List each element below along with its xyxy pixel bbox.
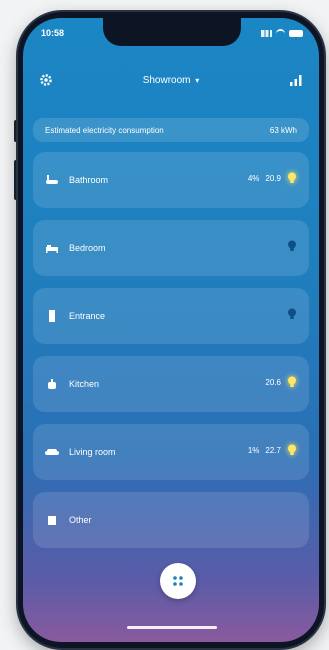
- room-card-entrance[interactable]: Entrance: [33, 288, 309, 344]
- signal-icon: [261, 29, 272, 37]
- light-bulb-on-icon[interactable]: [287, 172, 297, 184]
- room-status: [287, 240, 297, 252]
- room-name: Bathroom: [69, 175, 109, 185]
- room-card-bathroom[interactable]: Bathroom 4% 20.9: [33, 152, 309, 208]
- home-indicator[interactable]: [127, 626, 217, 629]
- wifi-icon: [276, 29, 285, 37]
- app-screen: 10:58 Showroom ▾ Estimated electricity c…: [23, 18, 319, 642]
- bar-chart-icon: [290, 75, 302, 86]
- app-header: Showroom ▾: [23, 70, 319, 94]
- room-temperature: 20.6: [265, 377, 281, 387]
- room-status: [287, 308, 297, 320]
- room-temperature: 22.7: [265, 445, 281, 455]
- room-status: 20.6: [265, 376, 297, 388]
- devices-menu-button[interactable]: [160, 563, 196, 599]
- pot-icon: [48, 379, 56, 389]
- bath-icon: [46, 175, 58, 184]
- room-name: Kitchen: [69, 379, 100, 389]
- battery-icon: [289, 29, 303, 37]
- consumption-banner[interactable]: Estimated electricity consumption 63 kWh: [33, 118, 309, 142]
- room-name: Other: [69, 515, 92, 525]
- home-selector[interactable]: Showroom ▾: [23, 75, 319, 86]
- room-card-kitchen[interactable]: Kitchen 20.6: [33, 356, 309, 412]
- room-name: Bedroom: [69, 243, 106, 253]
- room-name: Entrance: [69, 311, 106, 321]
- consumption-value: 63 kWh: [269, 126, 297, 135]
- room-card-living-room[interactable]: Living room 1% 22.7: [33, 424, 309, 480]
- light-bulb-on-icon[interactable]: [287, 376, 297, 388]
- room-status: 4% 20.9: [248, 172, 297, 184]
- box-icon: [48, 516, 56, 525]
- status-icons: [261, 29, 303, 37]
- home-title: Showroom: [142, 75, 191, 86]
- grid-dots-icon: [173, 576, 183, 586]
- room-card-bedroom[interactable]: Bedroom: [33, 220, 309, 276]
- room-humidity: 4%: [247, 173, 260, 183]
- status-time: 10:58: [41, 28, 65, 38]
- light-bulb-on-icon[interactable]: [287, 444, 297, 456]
- room-list: Bathroom 4% 20.9 Bedroom Entrance Kitche…: [33, 152, 309, 560]
- statistics-button[interactable]: [289, 73, 303, 87]
- consumption-label: Estimated electricity consumption: [45, 126, 164, 135]
- status-bar: 10:58: [23, 26, 319, 42]
- light-bulb-off-icon[interactable]: [287, 240, 297, 252]
- door-icon: [49, 310, 55, 322]
- light-bulb-off-icon[interactable]: [287, 308, 297, 320]
- bed-icon: [46, 245, 58, 253]
- chevron-down-icon: ▾: [195, 76, 200, 85]
- room-humidity: 1%: [247, 445, 260, 455]
- room-temperature: 20.9: [265, 173, 281, 183]
- room-card-other[interactable]: Other: [33, 492, 309, 548]
- sofa-icon: [45, 449, 59, 455]
- room-name: Living room: [69, 447, 116, 457]
- room-status: 1% 22.7: [248, 444, 297, 456]
